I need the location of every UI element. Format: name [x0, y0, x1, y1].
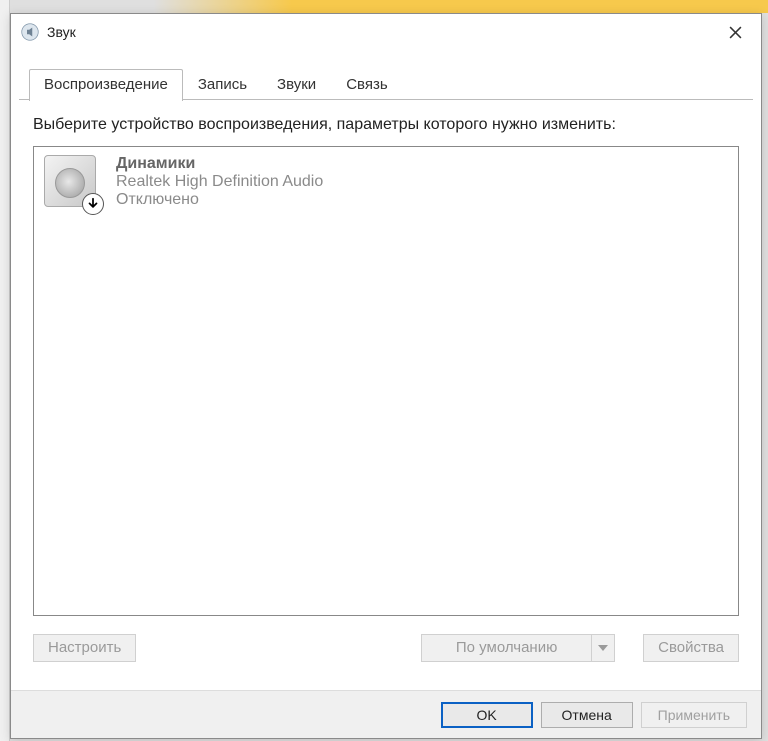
set-default-dropdown[interactable] [591, 634, 615, 662]
set-default-button[interactable]: По умолчанию [421, 634, 591, 662]
disabled-overlay-icon [82, 193, 104, 215]
device-list[interactable]: Динамики Realtek High Definition Audio О… [33, 146, 739, 616]
device-driver: Realtek High Definition Audio [116, 173, 323, 191]
titlebar-title: Звук [47, 24, 713, 40]
tab-sounds[interactable]: Звуки [262, 69, 331, 100]
cancel-button[interactable]: Отмена [541, 702, 633, 728]
properties-button[interactable]: Свойства [643, 634, 739, 662]
device-name: Динамики [116, 155, 323, 173]
tab-strip: Воспроизведение Запись Звуки Связь [11, 50, 761, 100]
sound-dialog: Звук Воспроизведение Запись Звуки Связь … [10, 13, 762, 739]
tab-playback-body: Выберите устройство воспроизведения, пар… [11, 100, 761, 674]
background-app-panel [0, 0, 10, 741]
tab-communications[interactable]: Связь [331, 69, 402, 100]
ok-button[interactable]: OK [441, 702, 533, 728]
sound-icon [21, 23, 39, 41]
device-status: Отключено [116, 191, 323, 209]
tab-playback[interactable]: Воспроизведение [29, 69, 183, 101]
instructions-text: Выберите устройство воспроизведения, пар… [33, 114, 739, 136]
configure-button[interactable]: Настроить [33, 634, 136, 662]
device-text: Динамики Realtek High Definition Audio О… [116, 155, 323, 209]
background-app-ribbon [0, 0, 768, 13]
apply-button[interactable]: Применить [641, 702, 747, 728]
titlebar[interactable]: Звук [11, 14, 761, 50]
device-item[interactable]: Динамики Realtek High Definition Audio О… [38, 151, 734, 219]
speaker-icon [44, 155, 100, 211]
client-area: Воспроизведение Запись Звуки Связь Выбер… [11, 50, 761, 738]
close-button[interactable] [713, 17, 757, 47]
dialog-footer: OK Отмена Применить [11, 690, 761, 738]
tab-recording[interactable]: Запись [183, 69, 262, 100]
set-default-split-button[interactable]: По умолчанию [421, 634, 615, 662]
tab-button-row: Настроить По умолчанию Свойства [33, 634, 739, 662]
